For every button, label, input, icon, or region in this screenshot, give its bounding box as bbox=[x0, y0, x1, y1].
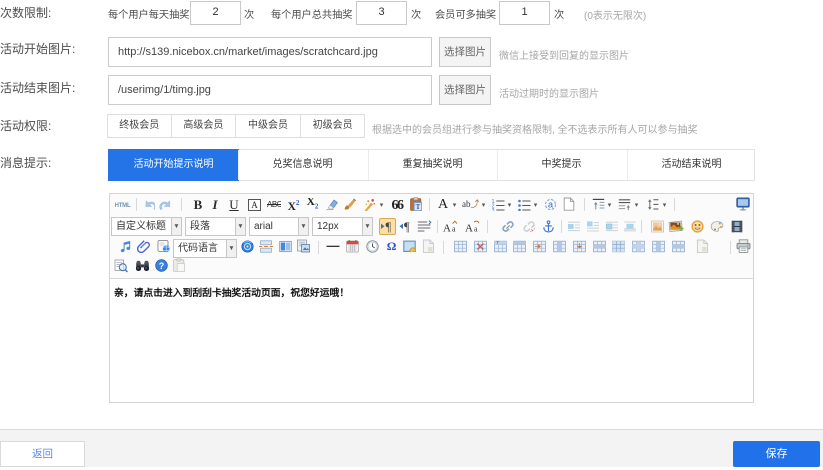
svg-text:A: A bbox=[465, 222, 473, 233]
svg-text:a: a bbox=[452, 224, 456, 233]
svg-text:A: A bbox=[443, 222, 451, 233]
svg-text:¶: ¶ bbox=[386, 220, 392, 233]
svg-text:3: 3 bbox=[492, 208, 495, 211]
svg-text:T: T bbox=[416, 203, 421, 211]
svg-text:¶: ¶ bbox=[404, 220, 410, 233]
svg-text:?: ? bbox=[159, 261, 165, 271]
svg-text:a: a bbox=[548, 200, 553, 210]
svg-text:T: T bbox=[496, 240, 499, 245]
svg-text:a: a bbox=[474, 224, 478, 233]
